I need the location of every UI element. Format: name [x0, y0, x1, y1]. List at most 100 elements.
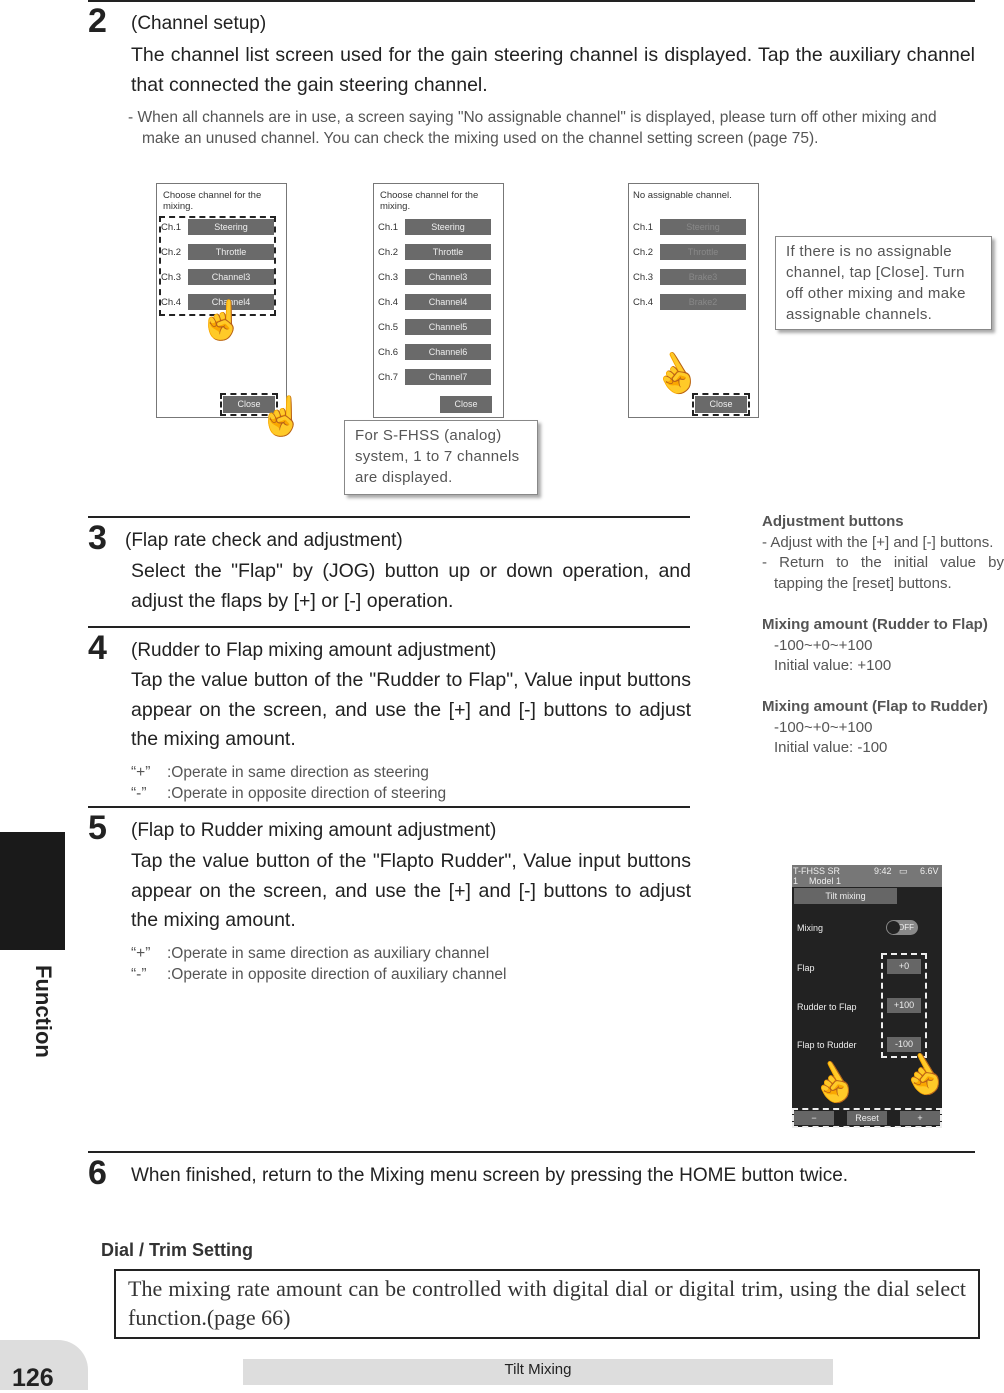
channel-button[interactable]: Channel5 [405, 319, 491, 335]
channel-button: Brake3 [660, 269, 746, 285]
channel-button[interactable]: Steering [405, 219, 491, 235]
mixing-toggle[interactable]: OFF [886, 920, 918, 935]
tilt-mixing-screen: T-FHSS SR 9:42 ▭ 6.6V 1 Model 1 Tilt mix… [792, 865, 955, 1128]
note-value: :Operate in opposite direction of auxili… [167, 966, 507, 983]
note-key: “-” [131, 966, 147, 983]
page-number-tab: 126 [0, 1340, 88, 1392]
step-title: (Flap to Rudder mixing amount adjustment… [131, 820, 497, 841]
sidebar-text: -100~+0~+100 [774, 636, 873, 654]
step-number: 3 [88, 519, 107, 557]
divider [88, 1151, 975, 1153]
side-tab-label: Function [31, 965, 56, 1058]
channel-label: Ch.2 [633, 246, 654, 258]
channel-row[interactable]: Ch.7 Channel7 [378, 369, 491, 385]
step-body: Tap the value button of the "Flapto Rudd… [131, 850, 691, 931]
channel-label: Ch.2 [378, 246, 399, 258]
side-tab [0, 832, 65, 950]
toggle-state: OFF [898, 923, 914, 932]
channel-button[interactable]: Channel3 [405, 269, 491, 285]
note-minus: “-” :Operate in opposite direction of aux… [131, 964, 506, 985]
voltage-label: 6.6V [920, 866, 939, 876]
step-title: (Flap rate check and adjustment) [125, 530, 403, 551]
time-label: 9:42 [874, 866, 892, 876]
channel-row[interactable]: Ch.4 Channel4 [378, 294, 491, 310]
screen-header: No assignable channel. [633, 190, 732, 201]
rudder-to-flap-label: Rudder to Flap [797, 1002, 857, 1012]
step-note: - When all channels are in use, a screen… [128, 109, 937, 147]
channel-screen-2: Choose channel for the mixing. Ch.1 Steer… [373, 183, 504, 418]
channel-row[interactable]: Ch.6 Channel6 [378, 344, 491, 360]
model-number: 1 [793, 876, 799, 886]
screen-header: Choose channel for the mixing. [380, 190, 479, 212]
channel-row[interactable]: Ch.2 Throttle [378, 244, 491, 260]
footer-chapter: Tilt Mixing [243, 1359, 833, 1385]
step-body: Tap the value button of the "Rudder to F… [131, 669, 691, 750]
sidebar-text: -100~+0~+100 [774, 718, 873, 736]
channel-row: Ch.1 Steering [633, 219, 746, 235]
mixing-label: Mixing [797, 923, 824, 933]
note-plus: “+” :Operate in same direction as steerin… [131, 762, 429, 783]
flap-to-rudder-label: Flap to Rudder [797, 1040, 857, 1050]
channel-row[interactable]: Ch.3 Channel3 [378, 269, 491, 285]
pointing-hand-icon: ☝ [258, 396, 306, 438]
page-number: 126 [12, 1364, 54, 1392]
step-body: When finished, return to the Mixing menu… [131, 1165, 849, 1186]
channel-row: Ch.3 Brake3 [633, 269, 746, 285]
sidebar-text: - Adjust with the [+] and [-] buttons. [762, 533, 994, 551]
channel-button[interactable]: Channel4 [405, 294, 491, 310]
dial-trim-box: The mixing rate amount can be controlled… [114, 1269, 980, 1339]
channel-row: Ch.4 Brake2 [633, 294, 746, 310]
screen-header: Choose channel for the mixing. [163, 190, 262, 212]
channel-button[interactable]: Channel7 [405, 369, 491, 385]
dial-trim-heading: Dial / Trim Setting [101, 1240, 254, 1260]
channel-row[interactable]: Ch.5 Channel5 [378, 319, 491, 335]
channel-button: Throttle [660, 244, 746, 260]
step-number: 2 [88, 2, 107, 40]
channel-label: Ch.5 [378, 321, 399, 333]
channel-row[interactable]: Ch.1 Steering [378, 219, 491, 235]
highlight-box [792, 1108, 942, 1128]
channel-button: Steering [660, 219, 746, 235]
divider [88, 806, 690, 808]
pointing-hand-icon: ☝ [802, 1053, 865, 1115]
channel-label: Ch.3 [633, 271, 654, 283]
callout-no-assignable: If there is no assignable channel, tap [… [775, 236, 992, 330]
step-number: 6 [88, 1154, 107, 1192]
channel-label: Ch.1 [378, 221, 399, 233]
channel-label: Ch.4 [633, 296, 654, 308]
divider [88, 0, 975, 2]
channel-button[interactable]: Throttle [405, 244, 491, 260]
divider [88, 626, 690, 628]
system-label: T-FHSS SR [793, 866, 841, 876]
note-minus: “-” :Operate in opposite direction of ste… [131, 783, 446, 804]
note-plus: “+” :Operate in same direction as auxilia… [131, 943, 489, 964]
callout-sfhss: For S-FHSS (analog) system, 1 to 7 chann… [344, 420, 538, 495]
sidebar-text: Initial value: -100 [774, 739, 888, 757]
note-key: “+” [131, 945, 151, 962]
close-button[interactable]: Close [440, 396, 492, 413]
channel-row: Ch.2 Throttle [633, 244, 746, 260]
note-key: “-” [131, 785, 147, 802]
sidebar-heading: Mixing amount (Rudder to Flap) [762, 615, 988, 633]
channel-label: Ch.1 [633, 221, 654, 233]
flap-label: Flap [797, 963, 815, 973]
step-number: 4 [88, 629, 107, 667]
step-number: 5 [88, 809, 107, 847]
channel-label: Ch.6 [378, 346, 399, 358]
channel-label: Ch.7 [378, 371, 399, 383]
channel-button: Brake2 [660, 294, 746, 310]
note-value: :Operate in opposite direction of steeri… [167, 785, 447, 802]
step-title: (Rudder to Flap mixing amount adjustment… [131, 640, 497, 661]
note-value: :Operate in same direction as steering [167, 764, 429, 781]
step-title: (Channel setup) [131, 13, 267, 34]
divider [88, 516, 690, 518]
channel-label: Ch.3 [378, 271, 399, 283]
note-key: “+” [131, 764, 151, 781]
sidebar-heading: Mixing amount (Flap to Rudder) [762, 697, 988, 715]
note-value: :Operate in same direction as auxiliary … [167, 945, 490, 962]
highlight-box [692, 393, 750, 416]
sidebar-heading: Adjustment buttons [762, 513, 904, 530]
sidebar-notes: Adjustment buttons - Adjust with the [+]… [762, 512, 1004, 759]
status-bar: T-FHSS SR 9:42 ▭ 6.6V 1 Model 1 [792, 865, 942, 887]
channel-button[interactable]: Channel6 [405, 344, 491, 360]
